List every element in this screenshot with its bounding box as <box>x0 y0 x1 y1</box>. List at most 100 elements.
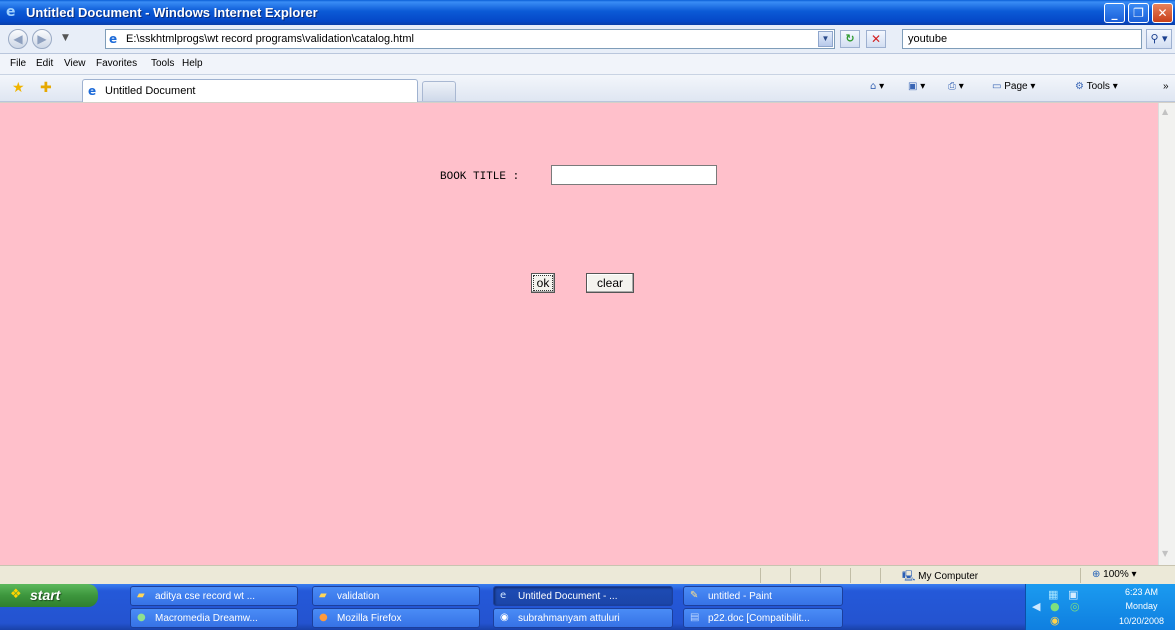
update-icon[interactable]: ◉ <box>1050 614 1060 627</box>
maximize-button[interactable]: ❐ <box>1128 3 1149 23</box>
zoom-level: 100% <box>1103 569 1129 580</box>
volume-icon[interactable]: ◀ <box>1032 600 1040 613</box>
address-dropdown-button[interactable]: ▼ <box>818 31 833 47</box>
task-dreamweaver[interactable]: ● Macromedia Dreamw... <box>130 608 298 628</box>
feeds-button[interactable]: ▣ ▾ <box>908 81 925 92</box>
ie-icon: e <box>500 590 507 601</box>
system-tray: ▦ ▣ ◀ ● ◎ ◉ 6:23 AM Monday 10/20/2008 <box>1025 584 1175 630</box>
vertical-scrollbar[interactable]: ▲ ▼ <box>1158 103 1175 565</box>
task-validation[interactable]: ▰ validation <box>312 586 480 606</box>
ie-icon: e <box>6 4 16 20</box>
stop-button[interactable]: ✕ <box>866 30 886 48</box>
menu-bar: File Edit View Favorites Tools Help <box>0 54 1175 75</box>
tab-label: Untitled Document <box>105 85 196 97</box>
task-label: subrahmanyam attuluri <box>518 613 620 624</box>
clear-button[interactable]: clear <box>586 273 634 293</box>
zoom-control[interactable]: ⊕ 100% ▾ <box>1092 569 1137 580</box>
menu-help[interactable]: Help <box>182 58 203 69</box>
recent-pages-dropdown[interactable]: ▼ <box>62 33 69 43</box>
minimize-button[interactable]: _ <box>1104 3 1125 23</box>
status-bar: 🖳 My Computer ⊕ 100% ▾ <box>0 565 1175 584</box>
task-label: validation <box>337 591 380 602</box>
tools-menu-label: Tools <box>1086 81 1110 92</box>
page-icon: ▭ <box>992 81 1002 92</box>
clock-date: 10/20/2008 <box>1118 616 1165 626</box>
task-paint[interactable]: ✎ untitled - Paint <box>683 586 843 606</box>
status-divider <box>1080 568 1081 583</box>
refresh-button[interactable]: ↻ <box>840 30 860 48</box>
taskbar: ❖ start ▰ aditya cse record wt ... ▰ val… <box>0 584 1175 630</box>
print-icon: ⎙ <box>948 81 956 92</box>
firefox-icon: ● <box>319 612 328 623</box>
book-title-input[interactable] <box>551 165 717 185</box>
page-content: BOOK TITLE : ok clear <box>0 103 1158 565</box>
clock-time[interactable]: 6:23 AM <box>1114 587 1169 597</box>
scroll-down-icon[interactable]: ▼ <box>1162 549 1168 558</box>
search-input[interactable]: youtube <box>902 29 1142 49</box>
search-button[interactable]: ⚲ ▾ <box>1146 29 1172 49</box>
sync-icon[interactable]: ◎ <box>1070 600 1080 613</box>
search-icon: ⚲ ▾ <box>1150 32 1168 45</box>
messenger-tray-icon[interactable]: ● <box>1050 600 1060 613</box>
menu-favorites[interactable]: Favorites <box>96 58 137 69</box>
forward-arrow-icon: ▶ <box>37 32 47 46</box>
folder-icon: ▰ <box>137 590 145 601</box>
new-tab-button[interactable] <box>422 81 456 101</box>
status-divider <box>790 568 791 583</box>
dreamweaver-icon: ● <box>137 612 146 623</box>
task-label: aditya cse record wt ... <box>155 591 256 602</box>
status-divider <box>850 568 851 583</box>
page-menu-button[interactable]: ▭ Page ▾ <box>992 81 1035 92</box>
gear-icon: ⚙ <box>1075 81 1084 92</box>
scroll-up-icon[interactable]: ▲ <box>1162 107 1168 116</box>
task-aditya-cse-record[interactable]: ▰ aditya cse record wt ... <box>130 586 298 606</box>
address-toolbar: ◀ ▶ ▼ e E:\sskhtmlprogs\wt record progra… <box>0 25 1175 54</box>
tab-bar: ★ ✚ e Untitled Document ⌂ ▾ ▣ ▾ ⎙ ▾ ▭ Pa… <box>0 75 1175 102</box>
ok-button[interactable]: ok <box>531 273 555 293</box>
title-bar[interactable]: e Untitled Document - Windows Internet E… <box>0 0 1175 25</box>
menu-view[interactable]: View <box>64 58 86 69</box>
menu-file[interactable]: File <box>10 58 26 69</box>
menu-tools[interactable]: Tools <box>151 58 174 69</box>
ie-window: e Untitled Document - Windows Internet E… <box>0 0 1175 630</box>
zone-label: My Computer <box>918 571 979 582</box>
chevron-more-icon[interactable]: » <box>1163 81 1169 92</box>
menu-edit[interactable]: Edit <box>36 58 53 69</box>
start-label: start <box>30 587 61 603</box>
tab-ie-icon: e <box>88 84 97 98</box>
task-untitled-document[interactable]: e Untitled Document - ... <box>493 586 673 606</box>
stop-icon: ✕ <box>870 32 882 46</box>
search-value: youtube <box>908 33 948 45</box>
clock-day: Monday <box>1125 601 1158 611</box>
status-divider <box>880 568 881 583</box>
window-title: Untitled Document - Windows Internet Exp… <box>26 5 318 20</box>
task-p22-doc[interactable]: ▤ p22.doc [Compatibilit... <box>683 608 843 628</box>
status-divider <box>760 568 761 583</box>
tools-menu-button[interactable]: ⚙ Tools ▾ <box>1075 81 1118 92</box>
task-subrahmanyam[interactable]: ◉ subrahmanyam attuluri <box>493 608 673 628</box>
print-button[interactable]: ⎙ ▾ <box>948 81 964 92</box>
zoom-icon: ⊕ <box>1092 569 1101 580</box>
tab-untitled-document[interactable]: e Untitled Document <box>82 79 418 102</box>
folder-icon: ▰ <box>319 590 327 601</box>
task-label: Mozilla Firefox <box>337 613 402 624</box>
task-firefox[interactable]: ● Mozilla Firefox <box>312 608 480 628</box>
forward-button[interactable]: ▶ <box>32 29 52 49</box>
close-button[interactable]: ✕ <box>1152 3 1173 23</box>
start-button[interactable]: ❖ start <box>0 584 98 607</box>
address-input[interactable]: e E:\sskhtmlprogs\wt record programs\val… <box>105 29 835 49</box>
address-url: E:\sskhtmlprogs\wt record programs\valid… <box>126 33 414 45</box>
home-icon: ⌂ <box>870 81 877 92</box>
refresh-icon: ↻ <box>845 32 855 45</box>
page-icon: e <box>109 32 118 46</box>
windows-logo-icon: ❖ <box>10 587 22 602</box>
favorites-center-icon[interactable]: ★ <box>12 80 25 96</box>
add-favorite-icon[interactable]: ✚ <box>40 80 52 96</box>
back-button[interactable]: ◀ <box>8 29 28 49</box>
page-menu-label: Page <box>1004 81 1028 92</box>
paint-icon: ✎ <box>690 590 699 601</box>
feeds-icon: ▣ <box>908 81 918 92</box>
task-label: Untitled Document - ... <box>518 591 618 602</box>
computer-icon: 🖳 <box>902 571 916 582</box>
home-button[interactable]: ⌂ ▾ <box>870 81 884 92</box>
